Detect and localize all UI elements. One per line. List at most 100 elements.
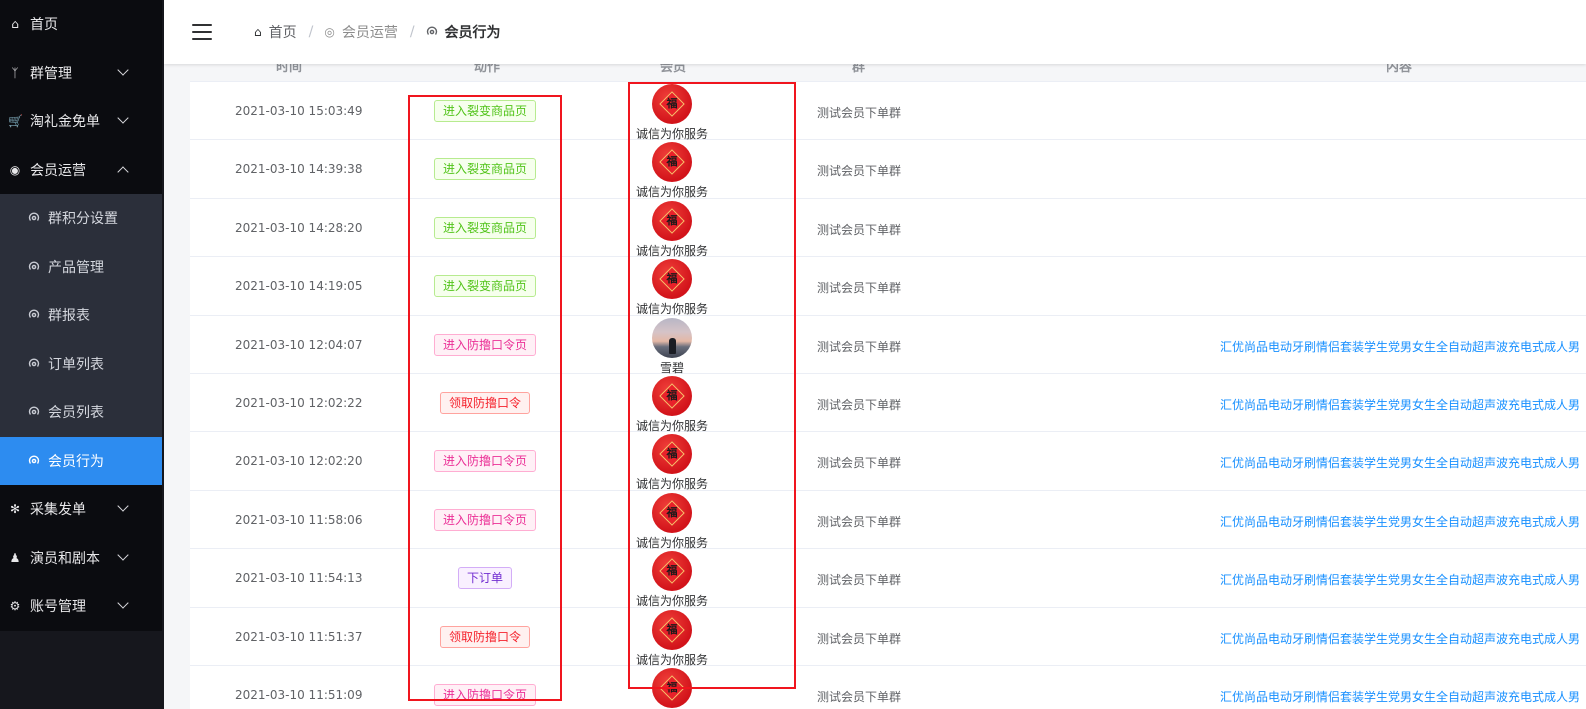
action-tag[interactable]: 领取防撸口令 <box>439 625 531 648</box>
rss-icon <box>28 358 40 367</box>
sidebar-subitem-member-behavior[interactable]: 会员行为 <box>0 436 162 485</box>
rss-icon <box>28 261 40 270</box>
cell-content-link[interactable]: 汇优尚品电动牙刷情侣套装学生党男女生全自动超声波充电式成人男 <box>1220 688 1580 705</box>
member-avatar[interactable]: 福 <box>652 142 692 183</box>
action-tag[interactable]: 进入裂变商品页 <box>433 275 537 298</box>
action-tag[interactable]: 进入裂变商品页 <box>433 158 537 181</box>
cell-content-link[interactable]: 汇优尚品电动牙刷情侣套装学生党男女生全自动超声波充电式成人男 <box>1220 571 1580 588</box>
cell-content-link[interactable]: 汇优尚品电动牙刷情侣套装学生党男女生全自动超声波充电式成人男 <box>1220 630 1580 647</box>
cell-group: 测试会员下单群 <box>817 222 902 237</box>
chevron-up-icon <box>117 165 129 178</box>
member-avatar[interactable]: 福 <box>652 609 692 650</box>
breadcrumb-parent[interactable]: ◎ 会员运营 <box>324 22 397 42</box>
sidebar-item-label: 淘礼金免单 <box>30 114 100 131</box>
fu-character: 福 <box>666 505 678 519</box>
sidebar-item-collect-post[interactable]: ✻ 采集发单 <box>0 485 162 534</box>
member-avatar[interactable]: 福 <box>652 200 692 241</box>
sidebar-item-label: 演员和剧本 <box>30 550 100 567</box>
table-row: 2021-03-10 14:19:05 进入裂变商品页福诚信为你服务 测试会员下单群 <box>190 257 1586 316</box>
table-row: 2021-03-10 12:02:20 进入防撸口令页福诚信为你服务 测试会员下单群… <box>190 432 1586 491</box>
table-body: 2021-03-10 15:03:49 进入裂变商品页福诚信为你服务 测试会员下单群… <box>190 82 1586 709</box>
action-tag[interactable]: 进入防撸口令页 <box>433 683 537 706</box>
fu-character: 福 <box>666 388 678 402</box>
fu-character: 福 <box>666 213 678 227</box>
member-avatar[interactable]: 福 <box>652 551 692 592</box>
cell-group: 测试会员下单群 <box>817 631 902 646</box>
cart-icon: 🛒 <box>8 114 23 129</box>
cell-group: 测试会员下单群 <box>817 281 902 296</box>
cell-time: 2021-03-10 12:02:22 <box>235 395 363 410</box>
rss-icon <box>28 212 40 222</box>
fu-character: 福 <box>666 680 678 694</box>
member-avatar[interactable] <box>652 317 692 358</box>
table-row: 2021-03-10 14:39:38 进入裂变商品页福诚信为你服务 测试会员下单群 <box>190 140 1586 199</box>
chevron-down-icon <box>117 63 129 76</box>
cell-content-link[interactable]: 汇优尚品电动牙刷情侣套装学生党男女生全自动超声波充电式成人男 <box>1220 513 1580 530</box>
sidebar-subitem-members[interactable]: 会员列表 <box>0 388 162 437</box>
breadcrumb-current-label: 会员行为 <box>444 25 501 41</box>
member-avatar[interactable]: 福 <box>652 492 692 533</box>
member-behavior-table: 时间 动作 会员 群 内容 2021-03-10 15:03:49 进入裂变商品页… <box>190 64 1586 709</box>
sidebar: ⌂ 首页 ᛉ 群管理 🛒 淘礼金免单 ◉ 会员运营 群积分设置 产品管理 群报表… <box>0 0 164 709</box>
action-tag[interactable]: 进入防撸口令页 <box>433 450 537 473</box>
member-avatar[interactable]: 福 <box>652 667 692 708</box>
sidebar-item-account[interactable]: ⚙ 账号管理 <box>0 582 162 631</box>
member-avatar[interactable]: 福 <box>652 434 692 475</box>
breadcrumb-home[interactable]: ⌂ 首页 <box>254 22 297 42</box>
member-avatar[interactable]: 福 <box>652 259 692 300</box>
cell-group: 测试会员下单群 <box>817 339 902 354</box>
member-avatar[interactable]: 福 <box>652 375 692 416</box>
cell-content-link[interactable]: 汇优尚品电动牙刷情侣套装学生党男女生全自动超声波充电式成人男 <box>1220 338 1580 355</box>
member-avatar[interactable]: 福 <box>652 84 692 124</box>
sidebar-subitem-orders[interactable]: 订单列表 <box>0 339 162 388</box>
sidebar-subitem-label: 群报表 <box>48 308 90 325</box>
cell-time: 2021-03-10 14:39:38 <box>235 162 363 177</box>
sidebar-item-group-management[interactable]: ᛉ 群管理 <box>0 49 162 98</box>
action-tag[interactable]: 进入裂变商品页 <box>433 100 537 122</box>
action-tag[interactable]: 进入裂变商品页 <box>433 216 537 239</box>
sidebar-subitem-label: 群积分设置 <box>48 211 118 228</box>
cell-time: 2021-03-10 14:19:05 <box>235 279 363 294</box>
gear-icon: ⚙ <box>9 599 21 614</box>
fu-character: 福 <box>666 97 678 110</box>
cell-group: 测试会员下单群 <box>817 573 902 588</box>
action-tag[interactable]: 下订单 <box>457 567 513 590</box>
action-tag[interactable]: 进入防撸口令页 <box>433 333 537 356</box>
sidebar-item-label: 群管理 <box>30 65 72 82</box>
fu-character: 福 <box>666 622 678 636</box>
sidebar-item-member-ops[interactable]: ◉ 会员运营 <box>0 146 162 195</box>
breadcrumb-current: 会员行为 <box>426 22 501 42</box>
action-tag[interactable]: 领取防撸口令 <box>439 391 531 414</box>
cell-group: 测试会员下单群 <box>817 456 902 471</box>
cell-time: 2021-03-10 11:51:09 <box>235 687 363 702</box>
cell-time: 2021-03-10 15:03:49 <box>235 104 363 118</box>
sidebar-item-label: 首页 <box>30 17 58 34</box>
sidebar-item-home[interactable]: ⌂ 首页 <box>0 0 162 49</box>
fu-character: 福 <box>666 564 678 578</box>
header-action: 动作 <box>474 64 501 75</box>
table-row: 2021-03-10 11:51:09 进入防撸口令页 福测试会员下单群 汇优尚品电动… <box>190 666 1586 709</box>
cell-group: 测试会员下单群 <box>817 397 902 412</box>
cell-content-link[interactable]: 汇优尚品电动牙刷情侣套装学生党男女生全自动超声波充电式成人男 <box>1220 454 1580 471</box>
breadcrumb-parent-label: 会员运营 <box>341 25 398 41</box>
sidebar-item-taolijin[interactable]: 🛒 淘礼金免单 <box>0 97 162 146</box>
home-icon: ⌂ <box>11 17 19 32</box>
sidebar-item-label: 采集发单 <box>30 502 86 519</box>
breadcrumb-separator: / <box>308 24 314 40</box>
menu-toggle-icon[interactable] <box>192 24 212 40</box>
sidebar-item-label: 账号管理 <box>30 599 86 616</box>
sidebar-subitem-group-report[interactable]: 群报表 <box>0 291 162 340</box>
sidebar-item-label: 会员运营 <box>30 162 86 179</box>
fu-character: 福 <box>666 447 678 461</box>
sidebar-subitem-products[interactable]: 产品管理 <box>0 242 162 291</box>
cell-time: 2021-03-10 12:02:20 <box>235 454 363 469</box>
table-row: 2021-03-10 11:58:06 进入防撸口令页福诚信为你服务 测试会员下单群… <box>190 491 1586 550</box>
cell-group: 测试会员下单群 <box>817 514 902 529</box>
cell-content-link[interactable]: 汇优尚品电动牙刷情侣套装学生党男女生全自动超声波充电式成人男 <box>1220 396 1580 413</box>
action-tag[interactable]: 进入防撸口令页 <box>433 508 537 531</box>
rss-icon <box>426 26 437 35</box>
target-icon: ◎ <box>324 25 335 39</box>
sidebar-subitem-group-points[interactable]: 群积分设置 <box>0 194 162 243</box>
sidebar-item-actors-scripts[interactable]: ♟ 演员和剧本 <box>0 534 162 583</box>
table-header: 时间 动作 会员 群 内容 <box>190 64 1586 82</box>
